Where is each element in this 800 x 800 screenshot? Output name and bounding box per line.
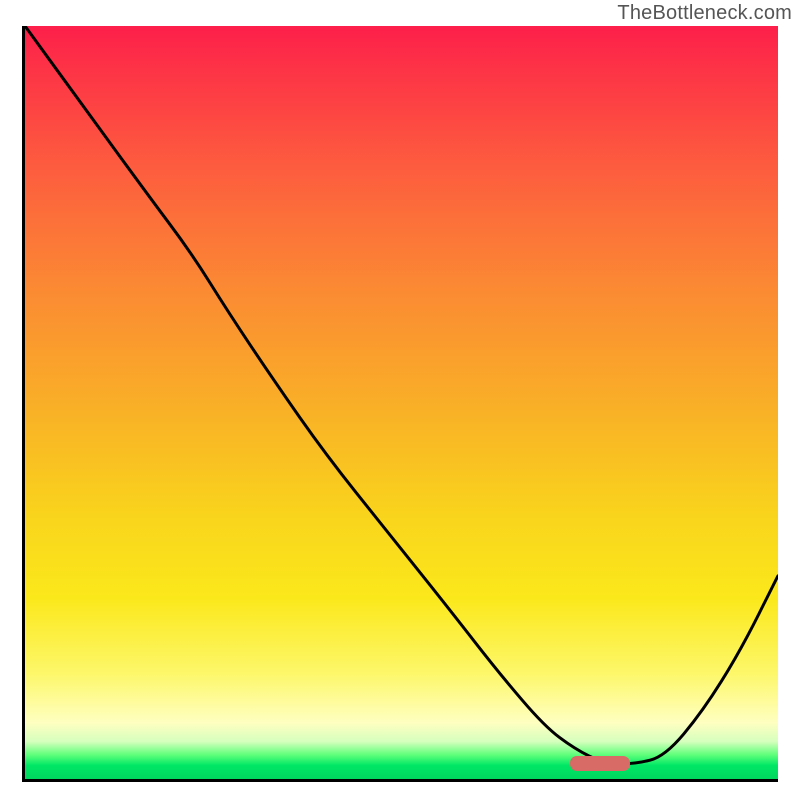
plot-area — [22, 26, 778, 782]
attribution-label: TheBottleneck.com — [617, 2, 792, 25]
line-series — [25, 26, 778, 779]
highlight-marker — [570, 756, 630, 771]
chart-container: TheBottleneck.com — [0, 0, 800, 800]
curve-path — [25, 26, 778, 764]
